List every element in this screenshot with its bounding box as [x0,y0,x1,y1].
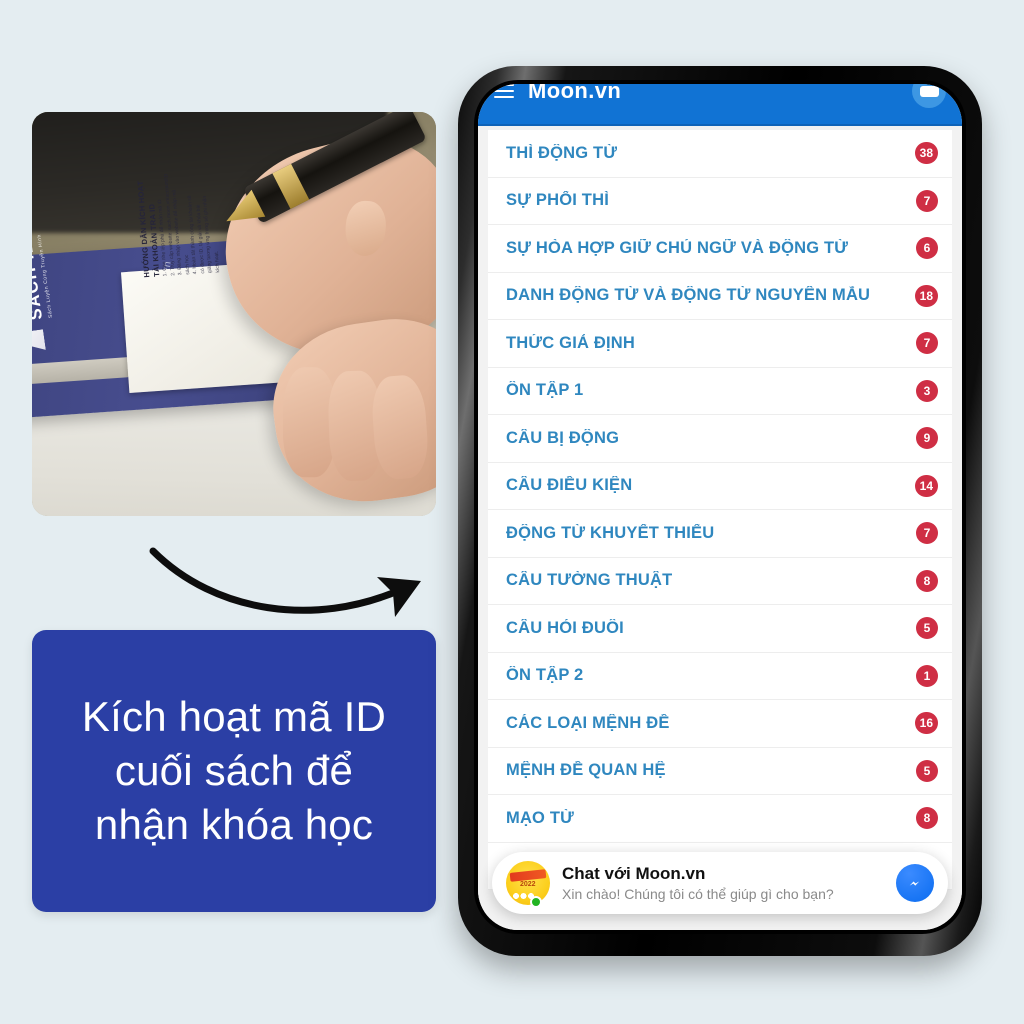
chat-text-block: Chat với Moon.vn Xin chào! Chúng tôi có … [562,863,896,902]
avatar-year: 2022 [520,881,536,888]
callout-line-1: Kích hoạt mã ID [81,693,387,741]
status-badge: 7 [916,332,938,355]
phone-bezel: Moon.vn THÌ ĐỘNG TỪ 38 SỰ PHỐI THÌ 7 SỰ … [474,80,966,934]
list-item[interactable]: DANH ĐỘNG TỪ VÀ ĐỘNG TỪ NGUYÊN MẪU 18 [488,272,952,320]
phone-screen: Moon.vn THÌ ĐỘNG TỪ 38 SỰ PHỐI THÌ 7 SỰ … [478,84,962,930]
list-item-label: THÌ ĐỘNG TỪ [506,143,618,162]
list-item-label: ÔN TẬP 1 [506,381,584,400]
chat-avatar: 2022 [506,861,550,905]
status-badge: 16 [914,712,938,735]
user-avatar-icon[interactable] [912,84,946,108]
list-item[interactable]: THÌ ĐỘNG TỪ 38 [488,130,952,178]
list-item-label: DANH ĐỘNG TỪ VÀ ĐỘNG TỪ NGUYÊN MẪU [506,286,871,305]
status-badge: 3 [916,379,938,402]
list-item[interactable]: MẠO TỪ 8 [488,795,952,843]
status-badge: 8 [916,807,938,830]
list-item[interactable]: ÔN TẬP 2 1 [488,652,952,700]
phone-mockup: Moon.vn THÌ ĐỘNG TỪ 38 SỰ PHỐI THÌ 7 SỰ … [458,66,982,956]
callout-box: Kích hoạt mã ID cuối sách để nhận khóa h… [32,630,436,912]
list-item-label: CÂU TƯỜNG THUẬT [506,571,673,590]
list-item[interactable]: ÔN TẬP 1 3 [488,367,952,415]
list-item-label: SỰ HÒA HỢP GIỮ CHỦ NGỮ VÀ ĐỘNG TỪ [506,238,849,257]
status-badge: 6 [916,237,938,260]
book-logo-mark [32,330,46,359]
card-instructions: HƯỚNG DẪN KÍCH HOẠT TÀI KHOẢN TRA ID 1. … [132,122,223,277]
list-item-label: MỆNH ĐỀ QUAN HỆ [506,761,666,780]
poster-canvas: SÁCH ID Sách Luyện Cùng Truyền Hình http… [0,0,1024,1024]
list-item-label: ĐỘNG TỪ KHUYẾT THIẾU [506,523,715,542]
list-item-label: CÁC LOẠI MỆNH ĐỀ [506,713,670,732]
callout-line-2: cuối sách để [114,747,354,795]
photo-finger [370,373,430,481]
list-item[interactable]: SỰ HÒA HỢP GIỮ CHỦ NGỮ VÀ ĐỘNG TỪ 6 [488,225,952,273]
list-item[interactable]: CÁC LOẠI MỆNH ĐỀ 16 [488,700,952,748]
list-item[interactable]: ĐỘNG TỪ KHUYẾT THIẾU 7 [488,510,952,558]
list-item[interactable]: CÂU TƯỜNG THUẬT 8 [488,557,952,605]
list-item[interactable]: CÂU HỎI ĐUÔI 5 [488,605,952,653]
status-badge: 7 [916,522,938,545]
callout-line-3: nhận khóa học [94,800,374,848]
list-item[interactable]: SỰ PHỐI THÌ 7 [488,177,952,225]
list-item-label: ÔN TẬP 2 [506,666,584,685]
list-item-label: THỨC GIẢ ĐỊNH [506,333,636,352]
status-badge: 8 [916,569,938,592]
app-brand-logo[interactable]: Moon.vn [528,84,621,104]
lesson-list[interactable]: THÌ ĐỘNG TỪ 38 SỰ PHỐI THÌ 7 SỰ HÒA HỢP … [478,126,962,930]
callout-text: Kích hoạt mã ID cuối sách để nhận khóa h… [66,690,402,851]
list-item-label: MẠO TỪ [506,808,575,827]
activation-photo: SÁCH ID Sách Luyện Cùng Truyền Hình http… [32,112,436,516]
list-item[interactable]: MỆNH ĐỀ QUAN HỆ 5 [488,747,952,795]
list-item-label: CÂU BỊ ĐỘNG [506,428,620,447]
status-badge: 1 [916,664,938,687]
list-item-label: CÂU HỎI ĐUÔI [506,618,624,637]
list-item[interactable]: CÂU BỊ ĐỘNG 9 [488,415,952,463]
status-badge: 18 [914,284,938,307]
status-badge: 7 [916,189,938,212]
list-item-label: SỰ PHỐI THÌ [506,191,609,210]
chat-widget[interactable]: 2022 Chat với Moon.vn Xin chào! Chúng tô… [492,852,948,914]
hamburger-menu-icon[interactable] [494,84,514,98]
avatar-banner [509,869,547,882]
photo-thumb [343,199,388,258]
list-item[interactable]: THỨC GIẢ ĐỊNH 7 [488,320,952,368]
app-header: Moon.vn [478,84,962,126]
chat-subtitle: Xin chào! Chúng tôi có thể giúp gì cho b… [562,885,834,902]
status-badge: 5 [916,617,938,640]
list-item-label: CÂU ĐIỀU KIỆN [506,476,633,495]
facebook-messenger-icon[interactable] [896,864,934,902]
chat-title: Chat với Moon.vn [562,864,706,884]
status-badge: 5 [916,759,938,782]
status-badge: 38 [914,142,938,165]
status-badge: 9 [916,427,938,450]
curved-arrow [145,535,445,635]
status-badge: 14 [914,474,938,497]
online-status-dot [530,896,542,908]
list-item[interactable]: CÂU ĐIỀU KIỆN 14 [488,462,952,510]
